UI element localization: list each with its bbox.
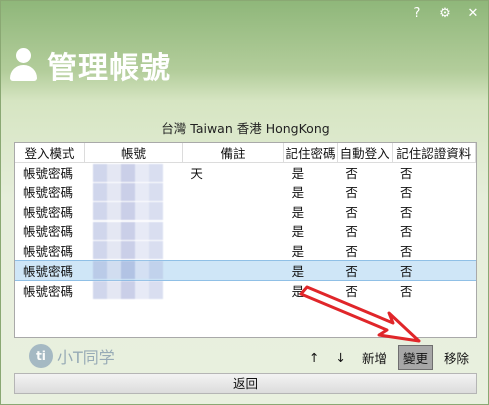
cell-remember-password: 是 xyxy=(291,204,305,220)
cell-remember-password: 是 xyxy=(291,224,305,240)
watermark-text: 小T同学 xyxy=(57,348,115,367)
cell-login-mode: 帳號密碼 xyxy=(23,283,74,299)
page-header: 管理帳號 xyxy=(9,43,171,87)
table-row-selected[interactable]: 帳號密碼 是 否 否 xyxy=(15,259,476,281)
column-header-note[interactable]: 備註 xyxy=(182,143,285,163)
cell-note xyxy=(182,202,283,222)
table-row[interactable]: 帳號密碼 是 否 否 xyxy=(15,182,476,202)
cell-login-mode: 帳號密碼 xyxy=(23,224,74,240)
page-title: 管理帳號 xyxy=(47,51,171,86)
cell-login-mode: 帳號密碼 xyxy=(15,259,85,281)
cell-account xyxy=(85,280,183,300)
cell-account xyxy=(85,182,183,202)
cell-login-mode: 帳號密碼 xyxy=(23,166,74,181)
cell-login-mode: 帳號密碼 xyxy=(23,243,74,259)
cell-account xyxy=(84,259,183,281)
user-icon xyxy=(9,48,37,82)
cell-remember-password: 是 xyxy=(283,259,338,281)
cell-auto-login: 否 xyxy=(337,259,393,281)
column-header-auto-login[interactable]: 自動登入 xyxy=(337,143,393,163)
cell-note: 天 xyxy=(190,166,203,181)
window-controls: ? ⚙ ✕ xyxy=(410,7,480,21)
cell-auto-login: 否 xyxy=(345,283,358,299)
account-table: 登入模式 帳號 備註 記住密碼 自動登入 記住認證資料 帳號密碼 天 是 否 否 xyxy=(14,142,477,338)
cell-login-mode: 帳號密碼 xyxy=(23,204,74,220)
cell-remember-password: 是 xyxy=(291,185,305,201)
cell-remember-credentials: 否 xyxy=(400,204,413,220)
table-row[interactable]: 帳號密碼 是 否 否 xyxy=(15,221,476,241)
cell-note xyxy=(182,182,283,202)
cell-note xyxy=(182,280,283,300)
cell-remember-password: 是 xyxy=(291,283,305,299)
watermark-logo: ti xyxy=(29,344,53,368)
cell-remember-credentials: 否 xyxy=(392,259,476,281)
cell-account xyxy=(85,221,183,241)
cell-auto-login: 否 xyxy=(345,243,358,259)
column-header-account[interactable]: 帳號 xyxy=(84,143,183,163)
gear-icon[interactable]: ⚙ xyxy=(438,7,452,21)
cell-remember-password: 是 xyxy=(291,243,305,259)
redacted-account xyxy=(92,163,163,182)
watermark: ti 小T同学 xyxy=(29,344,115,368)
table-header-row: 登入模式 帳號 備註 記住密碼 自動登入 記住認證資料 xyxy=(15,143,477,163)
cell-auto-login: 否 xyxy=(345,224,358,240)
cell-auto-login: 否 xyxy=(345,185,358,201)
column-header-login-mode[interactable]: 登入模式 xyxy=(15,143,86,163)
close-icon[interactable]: ✕ xyxy=(466,7,480,21)
redacted-account xyxy=(92,241,163,259)
redacted-account xyxy=(92,281,163,299)
cell-remember-password: 是 xyxy=(291,166,305,181)
remove-button[interactable]: 移除 xyxy=(439,345,474,370)
column-header-remember-credentials[interactable]: 記住認證資料 xyxy=(392,143,477,163)
cell-remember-credentials: 否 xyxy=(400,283,413,299)
cell-remember-credentials: 否 xyxy=(400,166,413,181)
cell-account xyxy=(85,202,183,222)
column-header-remember-password[interactable]: 記住密碼 xyxy=(283,143,338,163)
back-button[interactable]: 返回 xyxy=(14,373,477,394)
cell-login-mode: 帳號密碼 xyxy=(23,185,74,201)
table-row[interactable]: 帳號密碼 天 是 否 否 xyxy=(15,163,476,183)
account-toolbar: ↑ ↓ 新增 變更 移除 xyxy=(304,345,474,370)
redacted-account xyxy=(92,182,163,201)
cell-account xyxy=(85,163,183,183)
table-row[interactable]: 帳號密碼 是 否 否 xyxy=(15,202,476,222)
table-row[interactable]: 帳號密碼 是 否 否 xyxy=(15,280,476,300)
table-row[interactable]: 帳號密碼 是 否 否 xyxy=(15,241,476,261)
help-icon[interactable]: ? xyxy=(410,7,424,21)
cell-note xyxy=(182,241,283,261)
redacted-account xyxy=(92,261,163,279)
cell-remember-credentials: 否 xyxy=(400,185,413,201)
move-up-button[interactable]: ↑ xyxy=(304,347,324,368)
redacted-account xyxy=(92,221,163,240)
move-down-button[interactable]: ↓ xyxy=(330,347,350,368)
cell-auto-login: 否 xyxy=(345,204,358,220)
cell-remember-credentials: 否 xyxy=(400,224,413,240)
redacted-account xyxy=(92,202,163,221)
add-button[interactable]: 新增 xyxy=(357,345,392,370)
cell-note xyxy=(182,259,284,281)
cell-account xyxy=(85,241,183,261)
edit-button[interactable]: 變更 xyxy=(397,345,433,370)
cell-note xyxy=(182,221,283,241)
region-label: 台灣 Taiwan 香港 HongKong xyxy=(161,121,330,136)
cell-remember-credentials: 否 xyxy=(400,243,413,259)
cell-auto-login: 否 xyxy=(345,166,358,181)
account-manager-window: ? ⚙ ✕ 管理帳號 台灣 Taiwan 香港 HongKong 登入模式 帳號… xyxy=(0,0,489,405)
